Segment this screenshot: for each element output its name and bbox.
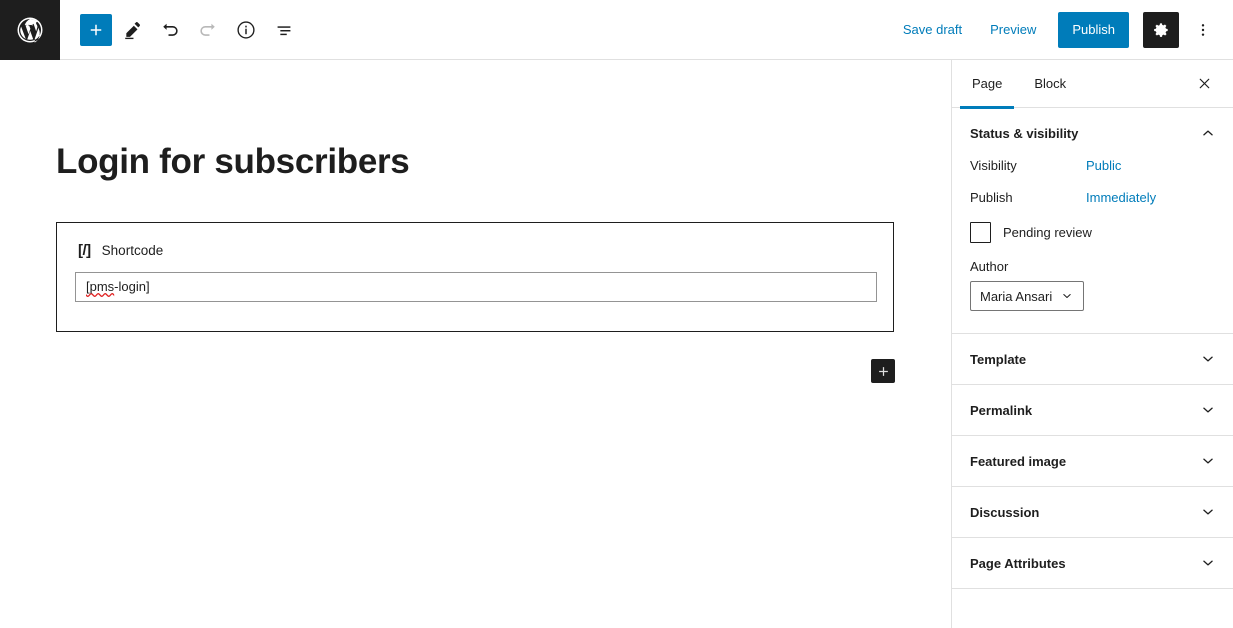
plus-icon	[878, 366, 888, 376]
chevron-down-icon	[1199, 554, 1217, 572]
publish-button[interactable]: Publish	[1058, 11, 1129, 48]
panel-featured-image: Featured image	[952, 436, 1233, 487]
settings-sidebar: Page Block Status & visibility Visibilit…	[951, 60, 1233, 628]
visibility-label: Visibility	[970, 158, 1017, 173]
editor-header: Save draft Preview Publish	[0, 0, 1233, 60]
panel-page-attributes-header[interactable]: Page Attributes	[952, 538, 1233, 588]
chevron-down-icon	[1199, 452, 1217, 470]
tab-block[interactable]: Block	[1018, 60, 1082, 108]
chevron-down-icon	[1063, 294, 1071, 298]
publish-date-row: Publish Immediately	[970, 190, 1215, 205]
chevron-down-icon	[1199, 401, 1217, 419]
chevron-down-icon	[1199, 350, 1217, 368]
panel-featured-image-title: Featured image	[970, 453, 1067, 469]
panel-permalink-header[interactable]: Permalink	[952, 385, 1233, 435]
more-options-button[interactable]	[1185, 12, 1221, 48]
close-icon	[1199, 78, 1209, 89]
publish-label: Publish	[970, 190, 1013, 205]
save-draft-button[interactable]: Save draft	[891, 16, 974, 43]
settings-gear-button[interactable]	[1143, 11, 1179, 48]
editor-canvas: Login for subscribers [/] Shortcode [pms…	[0, 60, 951, 628]
pending-review-label: Pending review	[1003, 225, 1092, 240]
tab-page[interactable]: Page	[956, 60, 1018, 109]
wordpress-block-editor: Save draft Preview Publish Login for sub…	[0, 0, 1233, 628]
undo-button[interactable]	[152, 12, 188, 48]
wordpress-logo-icon[interactable]	[0, 0, 60, 60]
shortcode-value-rest: -login]	[114, 279, 150, 294]
pending-review-row: Pending review	[970, 222, 1215, 243]
panel-discussion-title: Discussion	[970, 504, 1040, 520]
pending-review-checkbox[interactable]	[970, 222, 991, 243]
tools-button[interactable]	[114, 12, 150, 48]
author-field: Author Maria Ansari	[970, 259, 1215, 311]
visibility-row: Visibility Public	[970, 158, 1215, 173]
panel-featured-image-header[interactable]: Featured image	[952, 436, 1233, 486]
panel-discussion-header[interactable]: Discussion	[952, 487, 1233, 537]
panel-page-attributes-title: Page Attributes	[970, 555, 1066, 571]
close-sidebar-button[interactable]	[1186, 66, 1222, 102]
preview-button[interactable]: Preview	[978, 16, 1048, 43]
shortcode-block-label: Shortcode	[101, 243, 164, 258]
shortcode-input[interactable]: [pms-login]	[75, 272, 877, 302]
panel-template-header[interactable]: Template	[952, 334, 1233, 384]
misspelled-word: [pms	[86, 279, 115, 294]
page-title[interactable]: Login for subscribers	[56, 141, 410, 183]
shortcode-block[interactable]: [/] Shortcode [pms-login]	[56, 222, 894, 332]
add-block-button[interactable]	[80, 13, 112, 46]
author-label: Author	[970, 259, 1009, 274]
chevron-up-icon	[1199, 124, 1217, 142]
redo-button[interactable]	[190, 12, 226, 48]
panel-template: Template	[952, 334, 1233, 385]
author-select[interactable]: Maria Ansari	[970, 281, 1085, 311]
panel-template-title: Template	[970, 351, 1027, 367]
block-appender-button[interactable]	[871, 359, 895, 383]
list-view-button[interactable]	[266, 12, 302, 48]
panel-page-attributes: Page Attributes	[952, 538, 1233, 589]
author-select-value: Maria Ansari	[980, 288, 1053, 304]
panel-status-visibility-body: Visibility Public Publish Immediately Pe…	[952, 158, 1233, 333]
header-toolbar-left	[60, 0, 302, 60]
gear-icon	[1154, 22, 1168, 37]
visibility-value-button[interactable]: Public	[1086, 158, 1121, 173]
panel-permalink: Permalink	[952, 385, 1233, 436]
chevron-down-icon	[1199, 503, 1217, 521]
panel-status-visibility-header[interactable]: Status & visibility	[952, 108, 1233, 158]
kebab-menu-icon	[1201, 23, 1205, 36]
header-toolbar-right: Save draft Preview Publish	[891, 0, 1233, 60]
shortcode-block-header: [/] Shortcode	[57, 223, 893, 259]
panel-discussion: Discussion	[952, 487, 1233, 538]
sidebar-tabs: Page Block	[952, 60, 1233, 109]
shortcode-input-wrapper: [pms-login]	[57, 259, 893, 302]
details-button[interactable]	[228, 12, 264, 48]
panel-permalink-title: Permalink	[970, 402, 1033, 418]
shortcode-icon: [/]	[78, 242, 91, 259]
panel-status-visibility-title: Status & visibility	[970, 125, 1079, 141]
publish-date-button[interactable]: Immediately	[1086, 190, 1156, 205]
panel-status-visibility: Status & visibility Visibility Public Pu…	[952, 108, 1233, 334]
